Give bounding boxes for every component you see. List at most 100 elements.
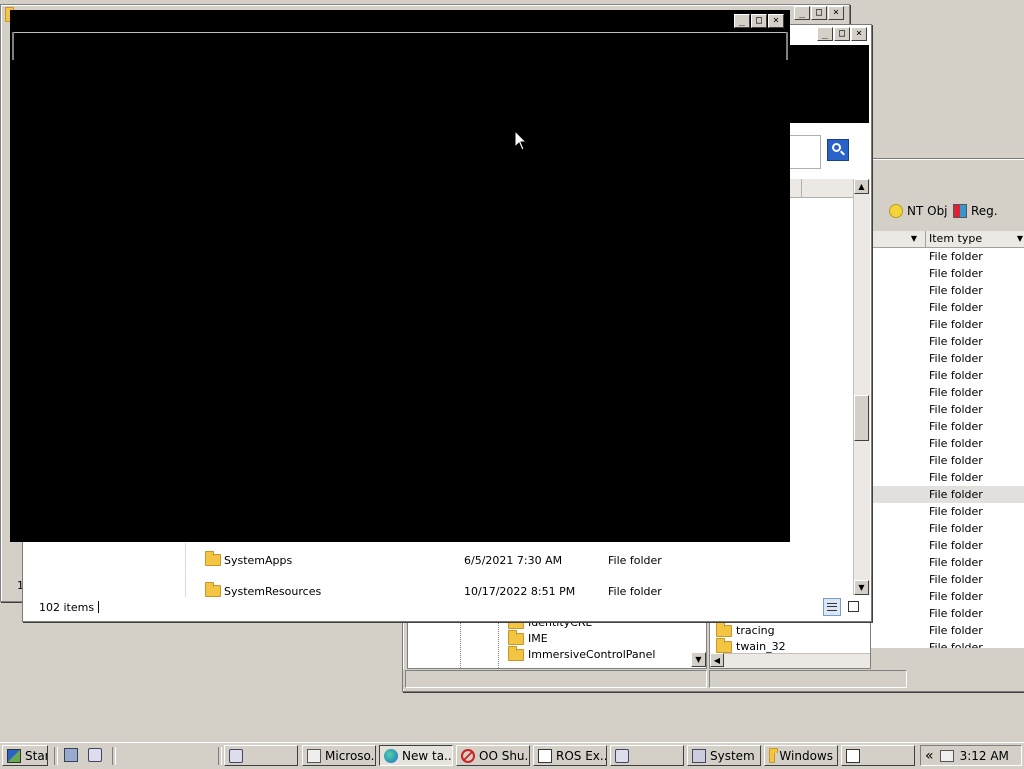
tree-item[interactable]: IME xyxy=(508,629,548,645)
scroll-down-button[interactable]: ▼ xyxy=(854,580,869,595)
item-type-row[interactable]: File folder xyxy=(869,350,1024,367)
tray-expand-chevron[interactable]: « xyxy=(925,748,934,764)
tree-item[interactable]: ImmersiveControlPanel xyxy=(508,645,655,661)
ntobj-icon xyxy=(889,204,903,218)
column-divider[interactable]: ▼ xyxy=(907,232,921,246)
item-type-row[interactable]: File folder xyxy=(869,299,1024,316)
item-type-row[interactable]: File folder xyxy=(869,486,1024,503)
item-type-row[interactable]: File folder xyxy=(869,418,1024,435)
item-type-cell: File folder xyxy=(929,318,983,331)
search-icon-handle xyxy=(840,150,845,156)
item-type-cell: File folder xyxy=(929,556,983,569)
status-bar: 102 items xyxy=(23,597,869,619)
quicklaunch-desktop-button[interactable] xyxy=(64,748,80,764)
minimize-button[interactable]: _ xyxy=(734,14,750,28)
item-type-row[interactable]: File folder xyxy=(869,554,1024,571)
app-icon xyxy=(229,748,243,763)
item-type-row[interactable]: File folder xyxy=(869,469,1024,486)
taskbar-button-label: System xyxy=(710,748,755,763)
shutup-icon xyxy=(461,748,475,763)
scroll-left-button[interactable]: ◀ xyxy=(710,653,724,667)
app-icon xyxy=(307,748,321,763)
item-type-row[interactable]: File folder xyxy=(869,588,1024,605)
item-type-row[interactable]: File folder xyxy=(869,316,1024,333)
taskbar-button-label: Microso... xyxy=(325,748,375,763)
item-type-row[interactable]: File folder xyxy=(869,435,1024,452)
item-type-row[interactable]: File folder xyxy=(869,401,1024,418)
maximize-button[interactable]: □ xyxy=(751,14,767,28)
item-type-row[interactable]: File folder xyxy=(869,571,1024,588)
column-header-strip xyxy=(783,179,853,198)
minimize-button[interactable]: _ xyxy=(794,6,810,20)
item-type-cell: File folder xyxy=(929,573,983,586)
vertical-scrollbar[interactable]: ▲ ▼ xyxy=(853,179,870,595)
app-icon xyxy=(846,748,860,763)
toolbar: NT Obj Reg. xyxy=(869,199,1024,227)
status-panel xyxy=(709,670,907,688)
item-type-row[interactable]: File folder xyxy=(869,639,1024,648)
item-type-row[interactable]: File folder xyxy=(869,248,1024,265)
item-type-row[interactable]: File folder xyxy=(869,520,1024,537)
folder-icon xyxy=(716,621,732,637)
black-window[interactable]: _ □ × xyxy=(10,10,790,542)
toolbar-separator xyxy=(54,747,58,765)
taskbar-button-5[interactable]: ROS Ex... xyxy=(533,745,607,766)
maximize-button[interactable]: □ xyxy=(834,27,850,41)
taskbar-button-6[interactable] xyxy=(610,745,684,766)
network-icon[interactable] xyxy=(939,749,954,762)
reg-button[interactable]: Reg. xyxy=(953,204,998,218)
black-window-titlebar-line xyxy=(14,32,786,33)
taskbar-button-1[interactable] xyxy=(224,745,298,766)
scroll-thumb[interactable] xyxy=(854,395,869,441)
column-divider[interactable] xyxy=(801,179,802,197)
maximize-button[interactable]: □ xyxy=(811,6,827,20)
item-type-row[interactable]: File folder xyxy=(869,265,1024,282)
taskbar-button-label: Windows xyxy=(779,748,833,763)
item-type-cell: File folder xyxy=(929,437,983,450)
file-row[interactable]: SystemApps 6/5/2021 7:30 AM File folder xyxy=(203,551,843,571)
taskbar-button-9[interactable] xyxy=(841,745,915,766)
large-icons-view-icon xyxy=(848,601,859,612)
column-header-item-type[interactable]: Item type ▼ xyxy=(925,231,1024,247)
clock[interactable]: 3:12 AM xyxy=(960,749,1009,763)
search-button[interactable] xyxy=(827,139,849,161)
column-header-item-type-label: Item type xyxy=(929,232,983,245)
close-button[interactable]: × xyxy=(851,27,867,41)
scroll-down-button[interactable]: ▼ xyxy=(691,652,706,667)
status-separator xyxy=(98,601,99,613)
taskbar-button-8[interactable]: Windows xyxy=(764,745,838,766)
start-button[interactable]: Start xyxy=(2,745,48,766)
taskbar-button-3[interactable]: New ta... xyxy=(379,745,453,766)
item-type-row[interactable]: File folder xyxy=(869,537,1024,554)
taskbar-button-7[interactable]: System xyxy=(687,745,761,766)
minimize-button[interactable]: _ xyxy=(817,27,833,41)
item-type-row[interactable]: File folder xyxy=(869,333,1024,350)
scroll-up-button[interactable]: ▲ xyxy=(854,179,869,194)
item-type-cell: File folder xyxy=(929,539,983,552)
item-type-cell: File folder xyxy=(929,335,983,348)
list-item[interactable]: tracing xyxy=(716,621,775,637)
taskbar-button-4[interactable]: OO Shu... xyxy=(456,745,530,766)
item-type-row[interactable]: File folder xyxy=(869,605,1024,622)
item-type-row[interactable]: File folder xyxy=(869,367,1024,384)
folder-icon xyxy=(508,645,524,661)
mouse-cursor-icon xyxy=(514,130,528,151)
tree-guide-line xyxy=(460,620,461,668)
item-type-cell: File folder xyxy=(929,454,983,467)
close-button[interactable]: × xyxy=(828,6,844,20)
item-type-row[interactable]: File folder xyxy=(869,503,1024,520)
item-type-row[interactable]: File folder xyxy=(869,282,1024,299)
taskbar-button-2[interactable]: Microso... xyxy=(302,745,376,766)
list-item[interactable]: twain_32 xyxy=(716,637,786,653)
item-type-row[interactable]: File folder xyxy=(869,452,1024,469)
horizontal-scrollbar[interactable]: ◀ xyxy=(710,653,870,668)
details-view-button[interactable] xyxy=(823,598,841,616)
quicklaunch-app-button[interactable] xyxy=(88,748,104,764)
app-icon xyxy=(615,748,629,763)
details-view-icon-line xyxy=(827,606,837,607)
item-type-row[interactable]: File folder xyxy=(869,622,1024,639)
large-icons-view-button[interactable] xyxy=(845,598,863,616)
item-type-row[interactable]: File folder xyxy=(869,384,1024,401)
close-button[interactable]: × xyxy=(768,14,784,28)
ntobj-button[interactable]: NT Obj xyxy=(889,204,948,218)
